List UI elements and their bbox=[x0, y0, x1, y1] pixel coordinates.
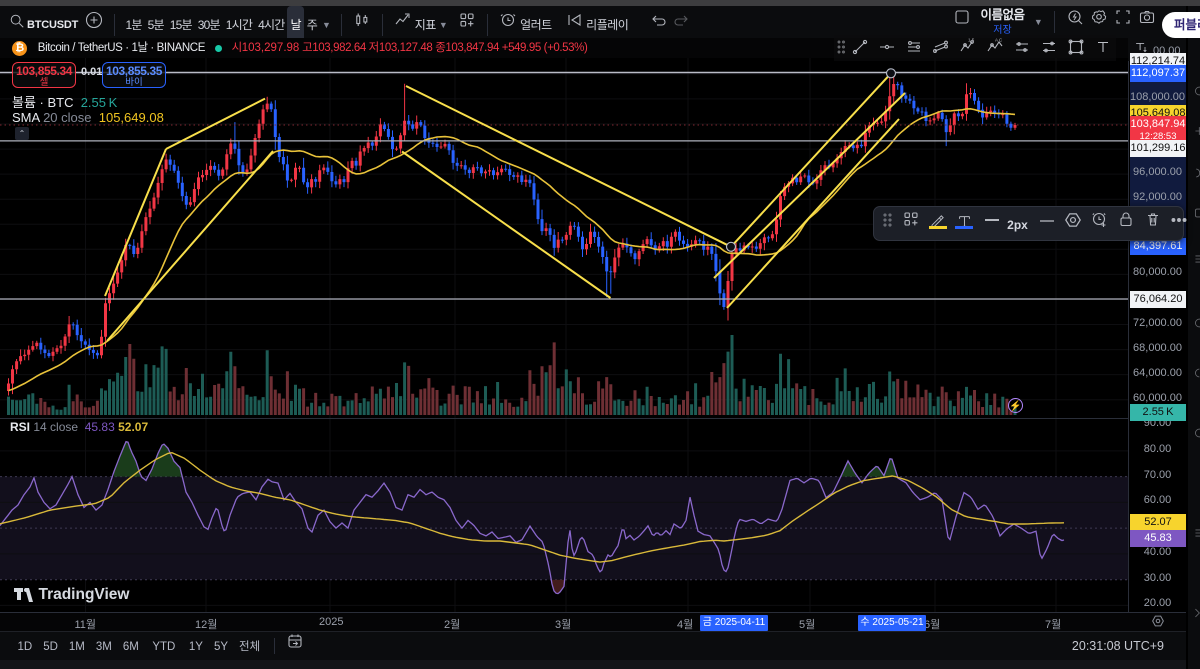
svg-text:A C: A C bbox=[995, 38, 1003, 43]
svg-text:1 5: 1 5 bbox=[968, 38, 975, 43]
